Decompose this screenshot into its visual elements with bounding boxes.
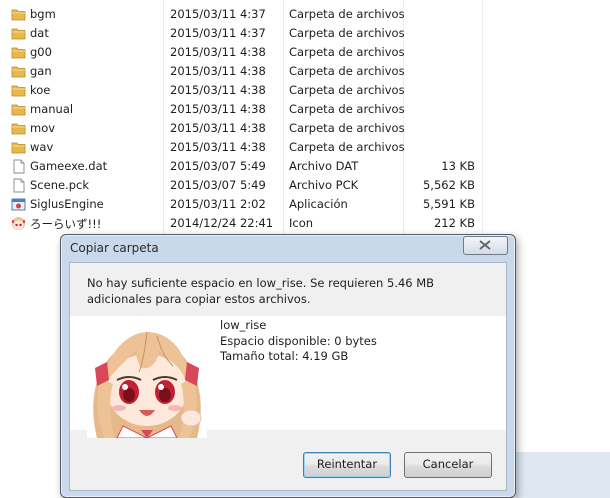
file-type: Carpeta de archivos <box>289 83 405 97</box>
file-size: 212 KB <box>433 216 475 230</box>
file-icon <box>11 178 26 193</box>
file-name: dat <box>30 26 49 40</box>
file-name: koe <box>30 83 51 97</box>
file-row[interactable]: mov 2015/03/11 4:38 Carpeta de archivos <box>0 119 610 138</box>
file-date: 2015/03/11 2:02 <box>170 197 266 211</box>
file-size: 5,591 KB <box>422 197 475 211</box>
file-size: 5,562 KB <box>422 178 475 192</box>
file-name: gan <box>30 64 52 78</box>
file-row[interactable]: Gameexe.dat 2015/03/07 5:49 Archivo DAT 13 … <box>0 157 610 176</box>
file-type: Carpeta de archivos <box>289 26 405 40</box>
file-row[interactable]: manual 2015/03/11 4:38 Carpeta de archivos <box>0 100 610 119</box>
file-name: Gameexe.dat <box>30 159 108 173</box>
file-type: Archivo DAT <box>289 159 359 173</box>
window-edge <box>516 452 610 498</box>
file-type: Carpeta de archivos <box>289 102 405 116</box>
file-date: 2015/03/11 4:38 <box>170 45 266 59</box>
file-name: wav <box>30 140 54 154</box>
file-name: mov <box>30 121 56 135</box>
file-type: Carpeta de archivos <box>289 121 405 135</box>
file-row[interactable]: g00 2015/03/11 4:38 Carpeta de archivos <box>0 43 610 62</box>
free-space: Espacio disponible: 0 bytes <box>220 333 377 348</box>
folder-icon <box>11 26 26 41</box>
dialog-body: No hay suficiente espacio en low_rise. S… <box>69 262 507 491</box>
file-date: 2015/03/11 4:38 <box>170 140 266 154</box>
file-date: 2014/12/24 22:41 <box>170 216 274 230</box>
file-date: 2015/03/07 5:49 <box>170 178 266 192</box>
copy-folder-dialog: Copiar carpeta No hay suficiente espacio… <box>60 234 516 498</box>
folder-icon <box>11 83 26 98</box>
file-date: 2015/03/11 4:38 <box>170 121 266 135</box>
file-type: Carpeta de archivos <box>289 64 405 78</box>
file-date: 2015/03/11 4:37 <box>170 7 266 21</box>
character-icon <box>11 216 26 231</box>
file-icon <box>11 159 26 174</box>
folder-icon <box>11 140 26 155</box>
dialog-message: No hay suficiente espacio en low_rise. S… <box>87 276 435 306</box>
file-date: 2015/03/07 5:49 <box>170 159 266 173</box>
total-size: Tamaño total: 4.19 GB <box>220 349 349 363</box>
file-date: 2015/03/11 4:38 <box>170 83 266 97</box>
folder-icon <box>11 7 26 22</box>
file-date: 2015/03/11 4:38 <box>170 64 266 78</box>
file-row[interactable]: koe 2015/03/11 4:38 Carpeta de archivos <box>0 81 610 100</box>
anime-girl-icon <box>87 318 207 438</box>
drive-info: low_rise Espacio disponible: 0 bytes Tam… <box>220 318 377 365</box>
file-name: g00 <box>30 45 52 59</box>
file-name: manual <box>30 102 74 116</box>
dialog-title: Copiar carpeta <box>70 241 159 255</box>
file-row[interactable]: gan 2015/03/11 4:38 Carpeta de archivos <box>0 62 610 81</box>
file-type: Carpeta de archivos <box>289 45 405 59</box>
close-button[interactable] <box>463 236 508 255</box>
file-size: 13 KB <box>441 159 475 173</box>
file-row[interactable]: Scene.pck 2015/03/07 5:49 Archivo PCK 5,562… <box>0 176 610 195</box>
file-type: Icon <box>289 216 314 230</box>
file-date: 2015/03/11 4:38 <box>170 102 266 116</box>
file-type: Carpeta de archivos <box>289 7 405 21</box>
file-type: Carpeta de archivos <box>289 140 405 154</box>
file-name: bgm <box>30 7 56 21</box>
file-row[interactable]: bgm 2015/03/11 4:37 Carpeta de archivos <box>0 5 610 24</box>
cancel-button[interactable]: Cancelar <box>404 452 492 478</box>
file-row[interactable]: wav 2015/03/11 4:38 Carpeta de archivos <box>0 138 610 157</box>
file-row[interactable]: ろーらいず!!! 2014/12/24 22:41 Icon 212 KB <box>0 214 610 233</box>
folder-icon <box>11 64 26 79</box>
folder-icon <box>11 45 26 60</box>
file-date: 2015/03/11 4:37 <box>170 26 266 40</box>
retry-button[interactable]: Reintentar <box>303 452 391 478</box>
file-name: Scene.pck <box>30 178 89 192</box>
file-row[interactable]: dat 2015/03/11 4:37 Carpeta de archivos <box>0 24 610 43</box>
file-row[interactable]: SiglusEngine 2015/03/11 2:02 Aplicación 5,5… <box>0 195 610 214</box>
app-icon <box>11 197 26 212</box>
anime-girl-avatar <box>87 318 207 438</box>
folder-icon <box>11 121 26 136</box>
file-name: SiglusEngine <box>30 197 104 211</box>
file-type: Archivo PCK <box>289 178 359 192</box>
dialog-titlebar[interactable]: Copiar carpeta <box>61 235 515 261</box>
close-icon <box>479 240 491 250</box>
drive-name: low_rise <box>220 318 267 332</box>
folder-icon <box>11 102 26 117</box>
file-name: ろーらいず!!! <box>30 217 102 231</box>
file-type: Aplicación <box>289 197 348 211</box>
